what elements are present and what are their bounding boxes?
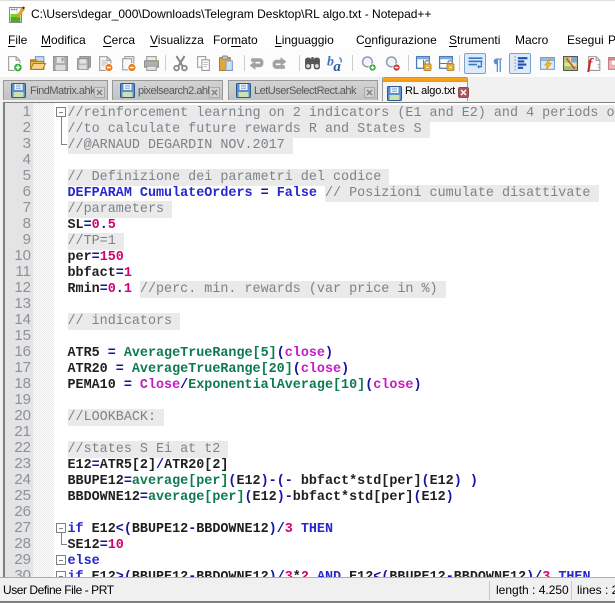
svg-text:¶: ¶ — [493, 55, 502, 72]
svg-text:a: a — [333, 59, 341, 72]
